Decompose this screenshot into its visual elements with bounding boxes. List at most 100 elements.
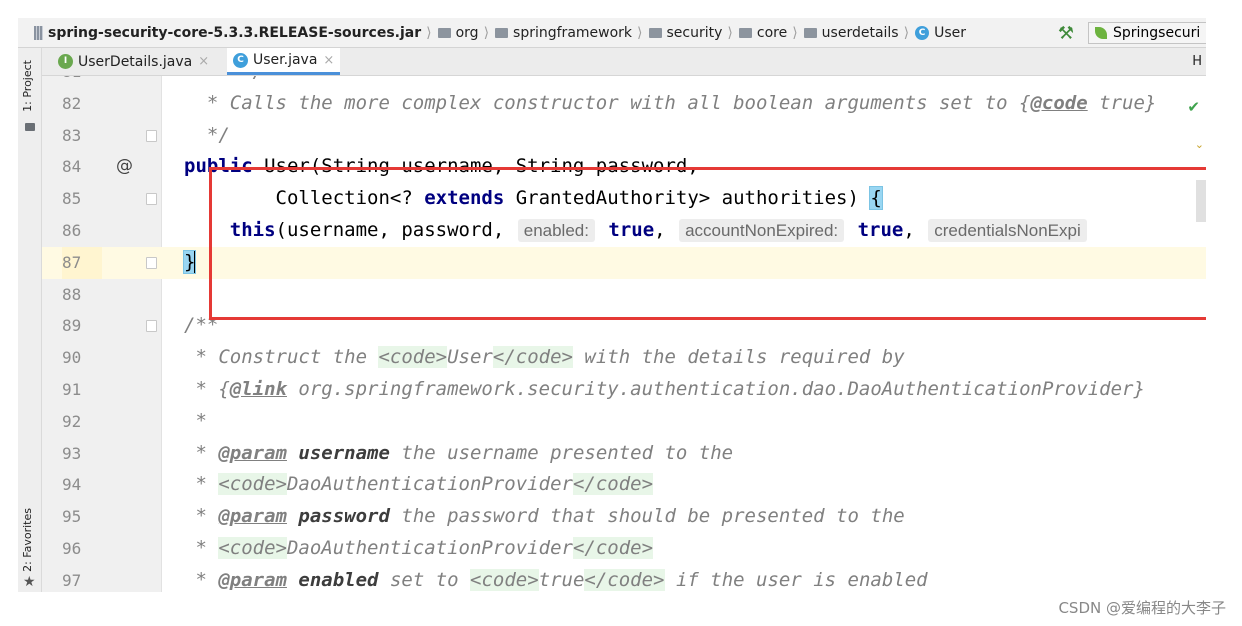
code-text: * @param username the username presented… <box>184 438 733 470</box>
code-editor[interactable]: 81 */82 * Calls the more complex constru… <box>42 76 1206 592</box>
code-token: extends <box>424 187 505 210</box>
fold-marker-icon[interactable] <box>146 129 157 142</box>
code-token: </code> <box>572 536 654 559</box>
code-token: * { <box>184 377 230 400</box>
code-token: * Construct the <box>184 346 379 369</box>
parameter-hint: credentialsNonExpi <box>928 218 1087 242</box>
code-token: * <box>184 536 219 559</box>
code-text: public User(String username, String pass… <box>184 151 699 183</box>
project-tool-button[interactable]: 1: Project <box>21 60 34 112</box>
code-line[interactable]: 93 * @param username the username presen… <box>42 438 1206 470</box>
code-token: (username, password, <box>275 218 516 241</box>
inspection-ok-icon: ✔ <box>1187 98 1200 116</box>
breadcrumb-label: spring-security-core-5.3.3.RELEASE-sourc… <box>48 24 422 41</box>
class-icon: C <box>915 25 930 40</box>
code-line[interactable]: 84 @ public User(String username, String p… <box>42 151 1206 183</box>
code-line[interactable]: 81 */ <box>42 76 1206 88</box>
code-token: */ <box>184 76 264 82</box>
code-lines: 81 */82 * Calls the more complex constru… <box>42 76 1206 592</box>
line-number: 92 <box>62 411 82 431</box>
breadcrumb-item[interactable]: springframework <box>491 25 632 41</box>
favorites-tool-button[interactable]: 2: Favorites <box>21 508 34 572</box>
line-number: 97 <box>62 570 82 590</box>
code-token: @link <box>229 377 287 400</box>
line-number: 82 <box>62 93 82 113</box>
fold-marker-icon[interactable] <box>146 256 157 269</box>
code-token: @param <box>218 568 287 591</box>
code-line[interactable]: 83 */ <box>42 120 1206 152</box>
code-text: } <box>182 247 197 279</box>
run-configuration-select[interactable]: Springsecuri <box>1088 22 1206 44</box>
code-token: , <box>654 218 678 241</box>
code-line[interactable]: 85 Collection<? extends GrantedAuthority… <box>42 183 1206 215</box>
line-number: 88 <box>62 284 82 304</box>
code-line[interactable]: 82 * Calls the more complex constructor … <box>42 88 1206 120</box>
parameter-hint: enabled: <box>517 218 595 242</box>
code-line[interactable]: 94 * <code>DaoAuthenticationProvider</co… <box>42 469 1206 501</box>
code-token: GrantedAuthority> authorities) <box>504 187 871 210</box>
tab-bar-overflow[interactable]: H <box>1192 54 1202 69</box>
project-folder-icon[interactable] <box>25 123 35 131</box>
code-line[interactable]: 88 <box>42 279 1206 311</box>
code-token: enabled <box>298 568 379 591</box>
fold-marker-icon[interactable] <box>146 193 157 206</box>
code-token: <code> <box>470 568 539 591</box>
code-line[interactable]: 92 * <box>42 406 1206 438</box>
scrollbar-thumb[interactable] <box>1196 180 1206 222</box>
editor-tab-bar: I UserDetails.java × C User.java × H <box>42 48 1206 76</box>
code-line[interactable]: 90 * Construct the <code>User</code> wit… <box>42 342 1206 374</box>
line-number: 83 <box>62 125 82 145</box>
breadcrumb-item[interactable]: spring-security-core-5.3.3.RELEASE-sourc… <box>18 25 421 41</box>
close-icon[interactable]: × <box>198 54 209 69</box>
code-token: <code> <box>218 473 287 496</box>
folder-icon <box>738 27 752 38</box>
breadcrumb-item[interactable]: security <box>645 25 722 41</box>
code-token: DaoAuthenticationProvider <box>286 473 573 496</box>
code-text: * @param enabled set to <code>true</code… <box>184 565 928 592</box>
gutter-mark[interactable]: @ <box>116 151 133 183</box>
breadcrumb-separator: ⟩ <box>637 24 643 41</box>
breadcrumb-item[interactable]: C User <box>911 25 966 41</box>
code-token: this <box>184 218 276 241</box>
code-token: with the details required by <box>572 346 905 369</box>
code-line[interactable]: 97 * @param enabled set to <code>true</c… <box>42 565 1206 592</box>
chevron-down-icon[interactable]: ⌄ <box>1195 138 1204 151</box>
breadcrumb-separator: ⟩ <box>903 24 910 41</box>
fold-marker-icon[interactable] <box>146 320 157 333</box>
breadcrumb-item[interactable]: userdetails <box>800 25 899 41</box>
code-text: */ <box>184 120 230 152</box>
code-line[interactable]: 87} <box>42 246 1206 279</box>
folder-icon <box>437 27 451 38</box>
code-token: <code> <box>378 346 448 369</box>
code-line[interactable]: 95 * @param password the password that s… <box>42 501 1206 533</box>
breadcrumb-separator: ⟩ <box>727 24 733 41</box>
code-token: <code> <box>218 536 287 559</box>
line-number: 96 <box>62 538 82 558</box>
code-line[interactable]: 96 * <code>DaoAuthenticationProvider</co… <box>42 533 1206 565</box>
code-line[interactable]: 91 * {@link org.springframework.security… <box>42 374 1206 406</box>
code-text: * @param password the password that shou… <box>184 501 904 533</box>
tab-user-java[interactable]: C User.java × <box>227 48 341 75</box>
breadcrumb-item[interactable]: core <box>735 25 787 41</box>
line-number: 86 <box>62 220 82 240</box>
code-token: @param <box>218 505 287 528</box>
hammer-icon[interactable]: ⚒ <box>1058 23 1074 44</box>
code-token: * <box>184 409 207 432</box>
breadcrumb-item[interactable]: org <box>434 25 479 41</box>
code-token: true <box>596 218 655 241</box>
code-token: , <box>903 218 927 241</box>
close-icon[interactable]: × <box>323 53 334 68</box>
code-line[interactable]: 86 this(username, password, enabled: tru… <box>42 215 1206 247</box>
code-token: DaoAuthenticationProvider <box>286 536 573 559</box>
line-number: 81 <box>62 76 102 88</box>
code-text: * <code>DaoAuthenticationProvider</code> <box>184 469 654 501</box>
code-token: User <box>447 346 493 369</box>
line-number: 85 <box>62 189 82 209</box>
code-line[interactable]: 89 /** <box>42 310 1206 342</box>
tab-userdetails-java[interactable]: I UserDetails.java × <box>52 48 215 75</box>
breadcrumb-label: springframework <box>513 24 633 41</box>
text-caret <box>194 251 197 274</box>
star-icon[interactable]: ★ <box>23 574 36 590</box>
